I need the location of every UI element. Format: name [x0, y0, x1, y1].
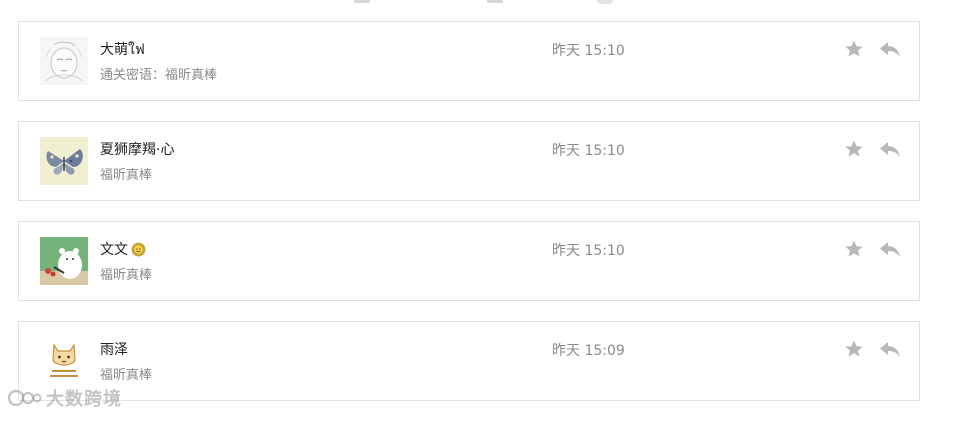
watermark: 大数跨境: [8, 385, 122, 411]
message-preview: 福昕真棒: [100, 168, 153, 183]
contact-name-text: 夏狮摩羯·心: [100, 142, 175, 158]
message-time: 昨天 15:10: [552, 243, 625, 259]
sun-emoji-icon: [131, 242, 146, 256]
contact-name-text: 文文: [100, 242, 128, 258]
reply-icon: [880, 142, 900, 157]
message-card[interactable]: 文文 福昕真棒 昨天 15:10: [18, 221, 920, 301]
contact-name: 雨泽: [100, 339, 128, 359]
star-button[interactable]: [844, 39, 864, 59]
cartoon-bear-avatar[interactable]: [40, 237, 88, 285]
cropped-icon: [597, 0, 613, 4]
watermark-logo-icon: [8, 389, 42, 407]
contact-name: 夏狮摩羯·心: [100, 139, 174, 159]
contact-name: 大萌ใฟ: [100, 39, 145, 61]
message-preview: 福昕真棒: [100, 368, 153, 383]
message-preview: 通关密语：福昕真棒: [100, 68, 218, 83]
message-list: 大萌ใฟ 通关密语：福昕真棒 昨天 15:10 夏狮摩羯·心 福昕真棒 昨天 1…: [18, 21, 920, 421]
message-card[interactable]: 雨泽 福昕真棒 昨天 15:09: [18, 321, 920, 401]
star-icon: [845, 40, 863, 57]
contact-name: 文文: [100, 239, 146, 259]
star-icon: [845, 340, 863, 357]
message-time: 昨天 15:10: [552, 43, 625, 59]
reply-button[interactable]: [879, 140, 901, 158]
cropped-tab-1: [354, 0, 370, 3]
reply-button[interactable]: [879, 40, 901, 58]
sketch-baby-avatar[interactable]: [40, 37, 88, 85]
reply-icon: [880, 42, 900, 57]
star-button[interactable]: [844, 339, 864, 359]
reply-icon: [880, 242, 900, 257]
cropped-tab-2: [487, 0, 503, 3]
cat-logo-avatar[interactable]: [40, 337, 88, 385]
message-time: 昨天 15:10: [552, 143, 625, 159]
message-card[interactable]: 夏狮摩羯·心 福昕真棒 昨天 15:10: [18, 121, 920, 201]
butterfly-avatar[interactable]: [40, 137, 88, 185]
cropped-header-fragment: [0, 0, 960, 6]
message-card[interactable]: 大萌ใฟ 通关密语：福昕真棒 昨天 15:10: [18, 21, 920, 101]
star-icon: [845, 140, 863, 157]
message-preview: 福昕真棒: [100, 268, 153, 283]
contact-name-text: 雨泽: [100, 342, 128, 358]
reply-button[interactable]: [879, 240, 901, 258]
reply-button[interactable]: [879, 340, 901, 358]
reply-icon: [880, 342, 900, 357]
star-icon: [845, 240, 863, 257]
watermark-text: 大数跨境: [46, 389, 122, 410]
star-button[interactable]: [844, 239, 864, 259]
contact-name-text: 大萌ใฟ: [100, 42, 145, 58]
message-time: 昨天 15:09: [552, 343, 625, 359]
star-button[interactable]: [844, 139, 864, 159]
